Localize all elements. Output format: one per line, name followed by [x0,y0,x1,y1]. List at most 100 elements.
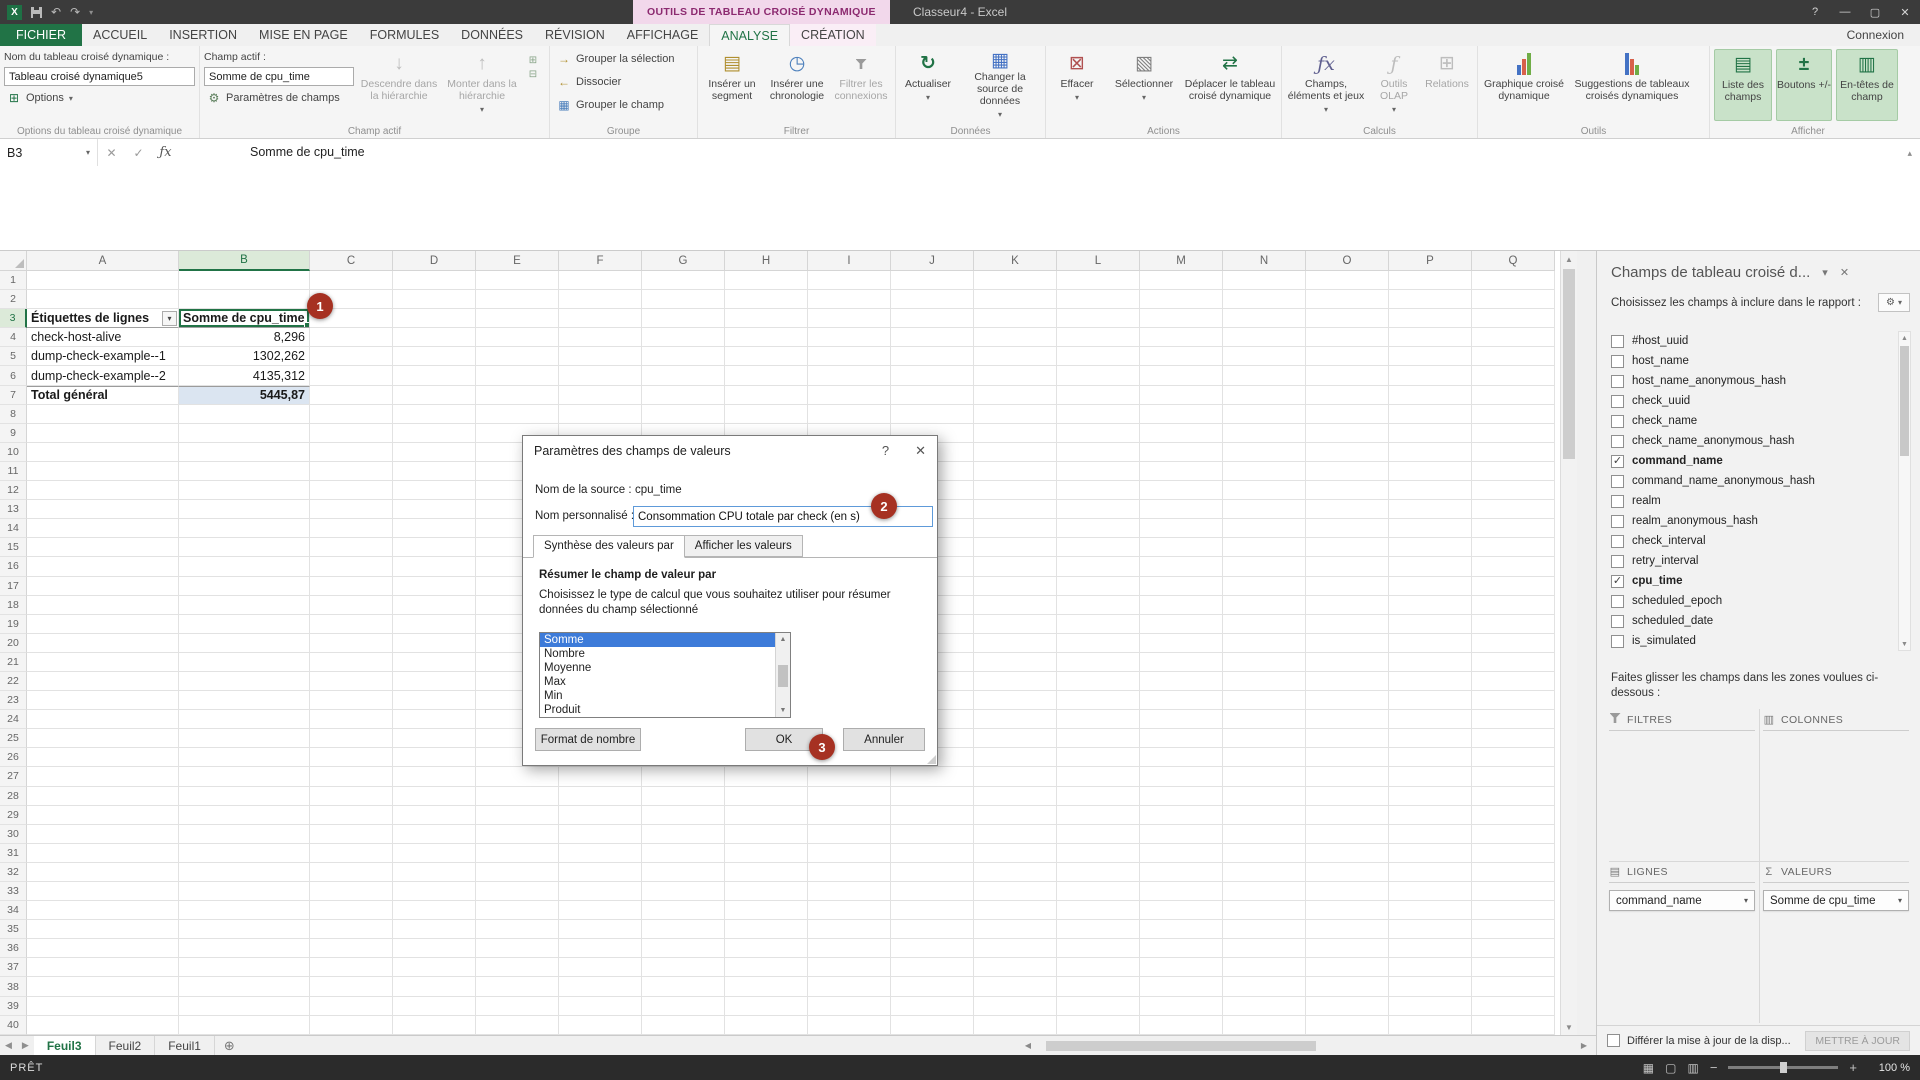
cell-F2[interactable] [559,290,642,309]
cell-F28[interactable] [559,787,642,806]
tab-analyse[interactable]: ANALYSE [709,24,790,46]
cell-F32[interactable] [559,863,642,882]
cell-D40[interactable] [393,1016,476,1035]
cell-K19[interactable] [974,615,1057,634]
cell-P32[interactable] [1389,863,1472,882]
cell-O1[interactable] [1306,271,1389,290]
cell-K39[interactable] [974,997,1057,1016]
cell-D35[interactable] [393,920,476,939]
cell-N26[interactable] [1223,748,1306,767]
cell-B12[interactable] [179,481,310,500]
cell-E27[interactable] [476,767,559,786]
cell-K14[interactable] [974,519,1057,538]
row-header-22[interactable]: 22 [0,672,27,691]
cell-C1[interactable] [310,271,393,290]
tab-summarize-values-by[interactable]: Synthèse des valeurs par [533,535,685,558]
cell-N37[interactable] [1223,958,1306,977]
field-item-scheduled_epoch[interactable]: scheduled_epoch [1611,591,1890,611]
cell-P40[interactable] [1389,1016,1472,1035]
cell-G35[interactable] [642,920,725,939]
cell-P3[interactable] [1389,309,1472,328]
cell-A1[interactable] [27,271,179,290]
cell-K10[interactable] [974,443,1057,462]
cell-O36[interactable] [1306,939,1389,958]
cell-O15[interactable] [1306,538,1389,557]
cell-Q19[interactable] [1472,615,1555,634]
cell-M14[interactable] [1140,519,1223,538]
zone-chip-rows[interactable]: command_name▾ [1609,890,1755,911]
cell-D32[interactable] [393,863,476,882]
cell-N18[interactable] [1223,596,1306,615]
row-header-38[interactable]: 38 [0,977,27,996]
name-box[interactable]: B3 ▾ [0,139,98,166]
cell-O20[interactable] [1306,634,1389,653]
connexion-link[interactable]: Connexion [1831,24,1920,46]
cell-M21[interactable] [1140,653,1223,672]
cell-O11[interactable] [1306,462,1389,481]
row-header-27[interactable]: 27 [0,767,27,786]
cell-Q12[interactable] [1472,481,1555,500]
row-header-2[interactable]: 2 [0,290,27,309]
cell-L29[interactable] [1057,806,1140,825]
cell-N4[interactable] [1223,328,1306,347]
cell-O7[interactable] [1306,386,1389,405]
pivotchart-button[interactable]: Graphique croisé dynamique [1482,49,1566,121]
cell-A32[interactable] [27,863,179,882]
cell-B23[interactable] [179,691,310,710]
cell-Q23[interactable] [1472,691,1555,710]
cell-K23[interactable] [974,691,1057,710]
plus-minus-buttons-toggle[interactable]: ± Boutons +/- [1776,49,1832,121]
cell-D39[interactable] [393,997,476,1016]
cell-P39[interactable] [1389,997,1472,1016]
close-pane-icon[interactable]: ✕ [1840,266,1849,279]
cell-Q1[interactable] [1472,271,1555,290]
cell-K5[interactable] [974,347,1057,366]
field-headers-toggle[interactable]: ▥ En-têtes de champ [1836,49,1898,121]
cell-C6[interactable] [310,366,393,385]
pivot-name-input[interactable] [4,67,195,86]
cell-P10[interactable] [1389,443,1472,462]
cell-P18[interactable] [1389,596,1472,615]
cell-A21[interactable] [27,653,179,672]
cell-Q29[interactable] [1472,806,1555,825]
pane-tools-button[interactable]: ⚙ ▾ [1878,293,1910,312]
zone-values[interactable]: Σ VALEURS Somme de cpu_time▾ [1763,861,1909,1023]
cell-M27[interactable] [1140,767,1223,786]
cell-L27[interactable] [1057,767,1140,786]
cell-H31[interactable] [725,844,808,863]
cell-N35[interactable] [1223,920,1306,939]
cell-N10[interactable] [1223,443,1306,462]
cell-M30[interactable] [1140,825,1223,844]
cell-N16[interactable] [1223,557,1306,576]
cell-O32[interactable] [1306,863,1389,882]
cell-A9[interactable] [27,424,179,443]
cell-I27[interactable] [808,767,891,786]
cell-N31[interactable] [1223,844,1306,863]
cell-A25[interactable] [27,729,179,748]
cell-J2[interactable] [891,290,974,309]
cell-G33[interactable] [642,882,725,901]
cell-H7[interactable] [725,386,808,405]
cell-K31[interactable] [974,844,1057,863]
cell-O33[interactable] [1306,882,1389,901]
cell-H38[interactable] [725,977,808,996]
cell-A3[interactable]: Étiquettes de lignes▾ [27,309,179,328]
cell-Q32[interactable] [1472,863,1555,882]
cell-N3[interactable] [1223,309,1306,328]
cell-F38[interactable] [559,977,642,996]
zoom-in-icon[interactable]: + [1849,1060,1857,1075]
cell-K30[interactable] [974,825,1057,844]
cell-K37[interactable] [974,958,1057,977]
cell-N21[interactable] [1223,653,1306,672]
cell-F4[interactable] [559,328,642,347]
cell-P17[interactable] [1389,577,1472,596]
cell-A14[interactable] [27,519,179,538]
zoom-slider[interactable] [1728,1066,1838,1069]
field-item-command_name[interactable]: ✓command_name [1611,451,1890,471]
cell-C40[interactable] [310,1016,393,1035]
cell-B11[interactable] [179,462,310,481]
cell-K21[interactable] [974,653,1057,672]
cell-M11[interactable] [1140,462,1223,481]
cell-D38[interactable] [393,977,476,996]
calc-option-somme[interactable]: Somme [540,633,790,647]
